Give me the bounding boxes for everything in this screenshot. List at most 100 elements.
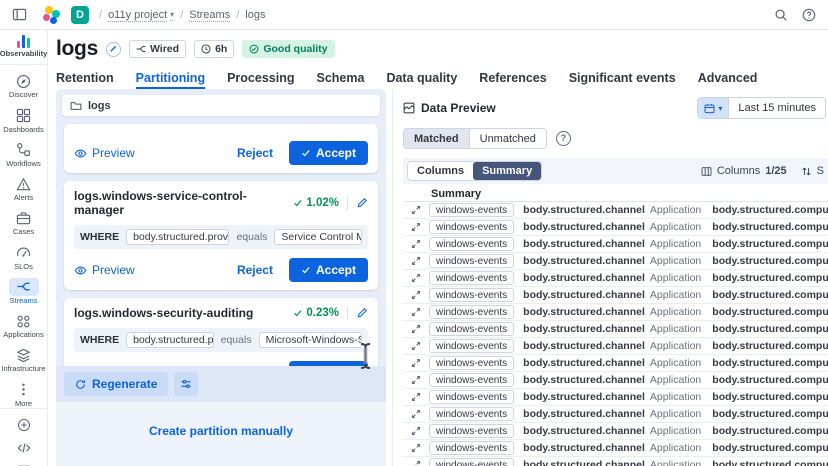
help-icon[interactable] — [802, 8, 816, 22]
sidebar-item-dashboards[interactable]: Dashboards — [0, 107, 47, 134]
accept-button[interactable]: Accept — [289, 141, 368, 165]
sidebar-item-alerts[interactable]: Alerts — [0, 175, 47, 202]
condition-field[interactable]: body.structured.provider.name — [126, 229, 229, 245]
expand-row-icon[interactable] — [403, 222, 429, 232]
accept-label: Accept — [316, 146, 356, 160]
quick-select-time-button[interactable]: ▾ — [698, 98, 728, 118]
field-value-pair: body.structured.channelApplication — [523, 374, 701, 386]
sidebar-item-observability[interactable]: Observability — [0, 35, 47, 65]
stream-name-badge: windows-events — [429, 203, 514, 217]
create-partition-link[interactable]: Create partition manually — [149, 424, 293, 438]
expand-row-icon[interactable] — [403, 426, 429, 436]
tab-data-quality[interactable]: Data quality — [386, 71, 457, 89]
generation-settings-button[interactable] — [174, 372, 198, 396]
tab-significant-events[interactable]: Significant events — [569, 71, 676, 89]
breadcrumb-item[interactable]: o11y project▾ — [108, 9, 174, 21]
quality-badge: Good quality — [242, 40, 334, 58]
condition-value[interactable]: Microsoft-Windows-Security-Auditing — [259, 332, 362, 348]
compass-icon — [9, 72, 39, 90]
columns-selector-button[interactable]: Columns 1/25 — [701, 165, 787, 177]
expand-row-icon[interactable] — [403, 358, 429, 368]
field-value: Application — [650, 357, 701, 369]
condition-field[interactable]: body.structured.provider.name — [126, 332, 214, 348]
sidebar-item-workflows[interactable]: Workflows — [0, 141, 47, 168]
expand-row-icon[interactable] — [403, 205, 429, 215]
expand-row-icon[interactable] — [403, 460, 429, 466]
sidebar-item-label: Discover — [9, 91, 38, 99]
breadcrumb-item[interactable]: Streams — [189, 9, 230, 21]
preview-button[interactable]: Preview — [74, 146, 135, 160]
expand-row-icon[interactable] — [403, 324, 429, 334]
field-value-pair: body.structured.computerEC2AMAZ-FDM9T6T — [712, 323, 828, 335]
expand-row-icon[interactable] — [403, 341, 429, 351]
view-columns[interactable]: Columns — [408, 162, 473, 180]
field-name: body.structured.channel — [523, 238, 645, 250]
tab-schema[interactable]: Schema — [316, 71, 364, 89]
project-avatar[interactable]: D — [71, 6, 89, 24]
field-value-pair: body.structured.channelApplication — [523, 408, 701, 420]
stream-name-badge: windows-events — [429, 254, 514, 268]
expand-row-icon[interactable] — [403, 307, 429, 317]
dev-tools-icon[interactable] — [17, 441, 31, 455]
stream-tabs: Retention Partitioning Processing Schema Dat… — [48, 61, 828, 89]
sidebar-item-infrastructure[interactable]: Infrastructure — [0, 346, 47, 373]
sidebar-item-streams[interactable]: Streams — [0, 278, 47, 305]
elastic-logo[interactable] — [43, 6, 61, 24]
alert-icon — [9, 175, 39, 193]
search-icon[interactable] — [774, 8, 788, 22]
wired-badge: Wired — [129, 40, 186, 58]
edit-partition-icon[interactable] — [356, 197, 368, 209]
accept-button[interactable]: Accept — [289, 258, 368, 282]
view-mode-toggle: ColumnsSummary — [407, 161, 542, 181]
preview-label: Preview — [92, 146, 135, 160]
expand-row-icon[interactable] — [403, 256, 429, 266]
match-percentage: 0.23% — [293, 307, 339, 319]
sidebar-item-cases[interactable]: Cases — [0, 209, 47, 236]
add-icon[interactable] — [17, 418, 31, 432]
partition-card-list: PreviewRejectAcceptlogs.windows-service-… — [56, 116, 386, 366]
root-stream-node[interactable]: logs — [62, 95, 380, 116]
nav-menu-toggle-icon[interactable] — [12, 7, 27, 22]
condition-value[interactable]: Service Control Manager — [274, 229, 362, 245]
stream-name-badge: windows-events — [429, 271, 514, 285]
field-name: body.structured.computer — [712, 306, 828, 318]
check-circle-icon — [249, 44, 259, 54]
tab-references[interactable]: References — [479, 71, 546, 89]
tab-processing[interactable]: Processing — [227, 71, 294, 89]
breadcrumb-item[interactable]: logs — [245, 9, 265, 21]
tab-partitioning[interactable]: Partitioning — [136, 71, 205, 89]
expand-row-icon[interactable] — [403, 392, 429, 402]
chevron-down-icon: ▾ — [170, 10, 174, 19]
expand-row-icon[interactable] — [403, 290, 429, 300]
summary-column-header[interactable]: Summary — [403, 186, 828, 202]
preview-info-icon[interactable]: ? — [556, 131, 571, 146]
regenerate-button[interactable]: Regenerate — [64, 372, 168, 396]
field-name: body.structured.computer — [712, 340, 828, 352]
tab-retention[interactable]: Retention — [56, 71, 114, 89]
filter-matched[interactable]: Matched — [404, 129, 469, 148]
edit-title-icon[interactable] — [106, 42, 121, 57]
field-value-pair: body.structured.computerEC2AMAZ-FDM9T6T — [712, 306, 828, 318]
reject-button[interactable]: Reject — [237, 263, 273, 277]
tab-advanced[interactable]: Advanced — [698, 71, 758, 89]
sidebar-item-applications[interactable]: Applications — [0, 312, 47, 339]
time-range-value[interactable]: Last 15 minutes — [728, 98, 825, 118]
edit-partition-icon[interactable] — [356, 307, 368, 319]
preview-button[interactable]: Preview — [74, 263, 135, 277]
sidebar-item-more[interactable]: More — [0, 381, 47, 408]
expand-row-icon[interactable] — [403, 409, 429, 419]
expand-row-icon[interactable] — [403, 239, 429, 249]
sidebar-item-discover[interactable]: Discover — [0, 72, 47, 99]
table-row: windows-eventsbody.structured.channelApp… — [403, 338, 828, 355]
view-summary[interactable]: Summary — [473, 162, 541, 180]
expand-row-icon[interactable] — [403, 443, 429, 453]
sort-fields-button[interactable]: S — [801, 165, 824, 177]
field-name: body.structured.channel — [523, 391, 645, 403]
sidebar-item-slos[interactable]: SLOs — [0, 244, 47, 271]
filter-unmatched[interactable]: Unmatched — [469, 129, 546, 148]
reject-button[interactable]: Reject — [237, 146, 273, 160]
expand-row-icon[interactable] — [403, 273, 429, 283]
field-name: body.structured.computer — [712, 391, 828, 403]
expand-row-icon[interactable] — [403, 375, 429, 385]
stream-name-badge: windows-events — [429, 356, 514, 370]
